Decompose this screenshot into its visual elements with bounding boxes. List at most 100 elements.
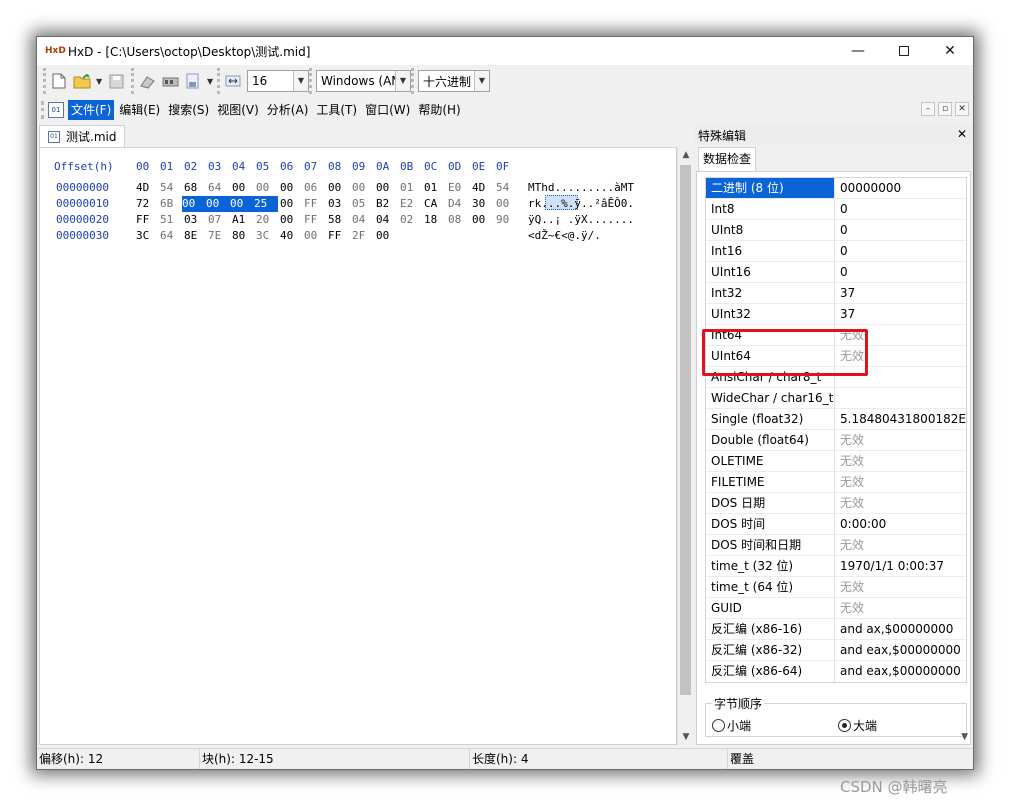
hex-byte[interactable]: 00	[280, 212, 299, 228]
inspector-field-value[interactable]: and eax,$00000000	[835, 640, 966, 660]
hex-byte[interactable]: 58	[328, 212, 347, 228]
mdi-restore-button[interactable]: ▫	[938, 102, 952, 116]
menu-search[interactable]: 搜索(S)	[165, 100, 212, 120]
inspector-row[interactable]: Int32 37	[706, 283, 966, 304]
hex-byte[interactable]: 04	[376, 212, 395, 228]
inspector-field-value[interactable]	[835, 388, 966, 408]
hex-byte[interactable]: 00	[182, 196, 206, 212]
scroll-up-icon[interactable]: ▲	[678, 147, 694, 163]
hex-byte[interactable]: 00	[280, 196, 299, 212]
hex-byte[interactable]: 08	[448, 212, 467, 228]
inspector-row[interactable]: UInt16 0	[706, 262, 966, 283]
hex-byte[interactable]: 80	[232, 228, 251, 244]
hex-byte[interactable]: 68	[184, 180, 203, 196]
new-file-icon[interactable]	[50, 72, 68, 90]
inspector-row[interactable]: DOS 时间 0:00:00	[706, 514, 966, 535]
inspector-field-value[interactable]: 无效	[835, 577, 966, 597]
inspector-row[interactable]: Int8 0	[706, 199, 966, 220]
hex-byte[interactable]: 7E	[208, 228, 227, 244]
open-folder-icon[interactable]	[73, 72, 91, 90]
hex-byte[interactable]: 00	[206, 196, 230, 212]
hex-byte[interactable]: 4D	[136, 180, 155, 196]
menu-file[interactable]: 文件(F)	[68, 100, 115, 120]
hex-byte[interactable]: 00	[352, 180, 371, 196]
hex-byte[interactable]: 00	[256, 180, 275, 196]
hex-byte[interactable]: 00	[280, 180, 299, 196]
inspector-row[interactable]: UInt8 0	[706, 220, 966, 241]
hex-byte[interactable]: B2	[376, 196, 395, 212]
hex-byte[interactable]: 00	[472, 212, 491, 228]
inspector-row[interactable]: 二进制 (8 位) 00000000	[706, 178, 966, 199]
inspector-field-value[interactable]: 0	[835, 220, 966, 240]
open-ram-icon[interactable]	[161, 72, 179, 90]
hex-byte[interactable]: 3C	[136, 228, 155, 244]
hex-byte[interactable]: 06	[304, 180, 323, 196]
hex-byte[interactable]: 64	[208, 180, 227, 196]
panel-close-icon[interactable]: ✕	[957, 127, 967, 141]
inspector-field-value[interactable]: 无效	[835, 598, 966, 618]
menu-view[interactable]: 视图(V)	[214, 100, 262, 120]
hex-byte[interactable]: 4D	[472, 180, 491, 196]
mdi-minimize-button[interactable]: –	[921, 102, 935, 116]
inspector-field-value[interactable]: and ax,$00000000	[835, 619, 966, 639]
inspector-row[interactable]: time_t (32 位) 1970/1/1 0:00:37	[706, 556, 966, 577]
menu-tools[interactable]: 工具(T)	[313, 100, 360, 120]
ascii-row[interactable]: rk...%.ÿ..²âÊÔ0.	[528, 196, 634, 212]
inspector-row[interactable]: 反汇编 (x86-32) and eax,$00000000	[706, 640, 966, 661]
hex-byte[interactable]: 40	[280, 228, 299, 244]
hex-byte[interactable]: CA	[424, 196, 443, 212]
hex-byte[interactable]: 01	[400, 180, 419, 196]
inspector-field-value[interactable]: 无效	[835, 535, 966, 555]
hex-byte[interactable]: 18	[424, 212, 443, 228]
hex-byte[interactable]: 00	[376, 180, 395, 196]
hex-byte[interactable]: 07	[208, 212, 227, 228]
menu-help[interactable]: 帮助(H)	[415, 100, 463, 120]
save-icon[interactable]	[107, 72, 125, 90]
inspector-field-value[interactable]: 无效	[835, 472, 966, 492]
hex-byte[interactable]: 03	[184, 212, 203, 228]
hex-byte[interactable]: 00	[376, 228, 395, 244]
close-button[interactable]: ✕	[927, 37, 973, 65]
ascii-row[interactable]: ÿQ..¡ .ÿX.......	[528, 212, 634, 228]
hex-byte[interactable]: FF	[304, 212, 323, 228]
hex-byte[interactable]: E0	[448, 180, 467, 196]
hex-byte[interactable]: 3C	[256, 228, 275, 244]
hex-byte[interactable]: 00	[328, 180, 347, 196]
inspector-field-value[interactable]: 无效	[835, 430, 966, 450]
hex-byte[interactable]: 03	[328, 196, 347, 212]
hex-byte[interactable]: FF	[328, 228, 347, 244]
inspector-row[interactable]: DOS 时间和日期 无效	[706, 535, 966, 556]
hex-byte[interactable]: 90	[496, 212, 515, 228]
tools-icon[interactable]	[184, 72, 202, 90]
offset-base-select[interactable]: 十六进制 ▼	[418, 70, 490, 92]
inspector-row[interactable]: 反汇编 (x86-16) and ax,$00000000	[706, 619, 966, 640]
hex-byte[interactable]: 20	[256, 212, 275, 228]
scroll-thumb[interactable]	[680, 165, 691, 695]
menu-window[interactable]: 窗口(W)	[362, 100, 413, 120]
hex-byte[interactable]: 05	[352, 196, 371, 212]
inspector-field-value[interactable]: 1970/1/1 0:00:37	[835, 556, 966, 576]
chevron-down-icon[interactable]: ▼	[961, 732, 968, 742]
inspector-field-value[interactable]: 5.18480431800182E-44	[835, 409, 966, 429]
hex-byte[interactable]: FF	[136, 212, 155, 228]
inspector-field-value[interactable]: 无效	[835, 493, 966, 513]
open-dropdown-icon[interactable]: ▼	[96, 77, 102, 86]
inspector-row[interactable]: WideChar / char16_t	[706, 388, 966, 409]
editor-tab[interactable]: 01 测试.mid	[39, 125, 125, 147]
mdi-close-button[interactable]: ✕	[955, 102, 969, 116]
inspector-field-value[interactable]: 0	[835, 199, 966, 219]
tools-dropdown-icon[interactable]: ▼	[207, 77, 213, 86]
document-icon[interactable]: 01	[48, 102, 64, 118]
hex-byte[interactable]: 54	[496, 180, 515, 196]
hex-byte[interactable]: 00	[230, 196, 254, 212]
inspector-field-value[interactable]: 0:00:00	[835, 514, 966, 534]
charset-select[interactable]: Windows (ANSI) ▼	[316, 70, 411, 92]
maximize-button[interactable]	[881, 37, 927, 65]
inspector-field-value[interactable]: 00000000	[835, 178, 966, 198]
hex-byte[interactable]: 6B	[160, 196, 179, 212]
hex-byte[interactable]: 2F	[352, 228, 371, 244]
inspector-field-value[interactable]: 无效	[835, 451, 966, 471]
scroll-down-icon[interactable]: ▼	[678, 729, 694, 745]
inspector-field-value[interactable]: 0	[835, 262, 966, 282]
inspector-row[interactable]: GUID 无效	[706, 598, 966, 619]
